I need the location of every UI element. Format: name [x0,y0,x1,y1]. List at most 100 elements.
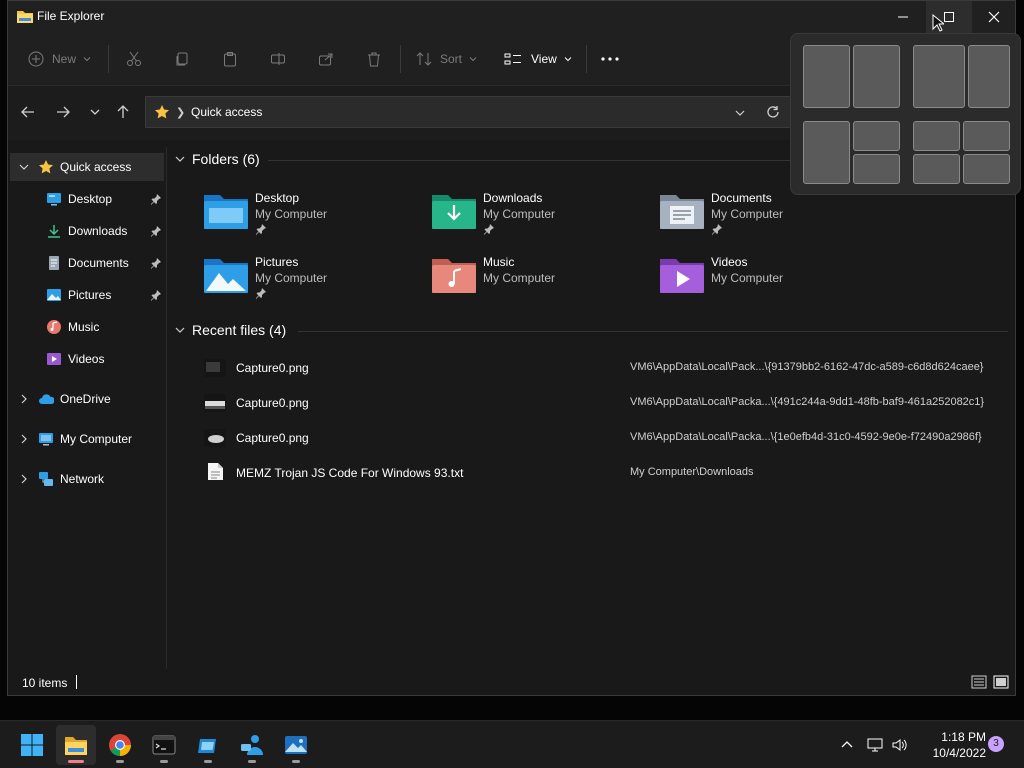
taskbar-terminal[interactable] [144,725,184,765]
address-dropdown-icon[interactable] [734,107,746,121]
folder-location: My Computer [255,207,328,221]
section-divider [298,331,1008,332]
back-button[interactable] [20,104,38,122]
copy-icon [176,52,188,66]
running-indicator [248,760,256,763]
taskbar-chrome[interactable] [100,725,140,765]
sidebar-item-onedrive[interactable]: OneDrive [10,385,164,413]
minimize-button[interactable] [880,1,926,33]
recent-file-path: VM6\AppData\Local\Packa...\{1e0efb4d-31c… [630,431,982,443]
sidebar-item-label: Documents [68,256,129,270]
refresh-icon[interactable] [766,105,780,122]
snap-zone-half-right[interactable] [853,45,900,108]
rename-icon [271,53,285,65]
snap-zone-quad-bottom-right[interactable] [963,154,1010,184]
plus-circle-icon [28,51,44,67]
view-button[interactable]: View [504,49,573,69]
sidebar-item-my-computer[interactable]: My Computer [10,425,164,453]
snap-zone-wide-left[interactable] [913,45,965,108]
snap-zone-half-left[interactable] [803,45,850,108]
details-view-icon[interactable] [971,675,987,689]
chevron-right-icon[interactable] [18,433,30,445]
desktop-folder-icon [204,195,248,229]
chevron-down-icon[interactable] [18,161,30,173]
package-icon [198,739,216,753]
running-indicator [160,760,168,763]
share-button[interactable] [318,49,334,69]
address-bar[interactable]: ❯ Quick access [145,96,795,128]
copy-button[interactable] [174,49,190,69]
chevron-down-icon [83,57,91,62]
people-chat-icon [241,735,263,755]
maximize-icon [944,12,954,22]
sidebar-item-network[interactable]: Network [10,465,164,493]
volume-icon[interactable] [891,737,909,753]
forward-button[interactable] [55,104,73,122]
mouse-cursor-icon [932,14,944,32]
see-more-button[interactable] [600,49,620,69]
pin-icon [712,224,722,235]
snap-zone-quad-top-left[interactable] [913,121,960,151]
delete-button[interactable] [366,49,382,69]
photos-icon [285,736,307,754]
documents-folder-icon [660,195,704,229]
folder-tile-downloads[interactable]: Downloads My Computer [432,189,652,243]
close-button[interactable] [971,1,1015,33]
start-button[interactable] [12,725,52,765]
pane-splitter[interactable] [166,147,167,671]
breadcrumb-quick-access[interactable]: Quick access [191,105,262,119]
folders-section-header[interactable]: Folders (6) [174,151,260,167]
cut-button[interactable] [126,49,142,69]
folder-tile-documents[interactable]: Documents My Computer [660,189,880,243]
sidebar-item-music[interactable]: Music [10,313,164,341]
sidebar-item-pictures[interactable]: Pictures [10,281,164,309]
running-indicator [116,760,124,763]
sidebar-item-label: Pictures [68,288,112,302]
more-icon [601,57,619,61]
taskbar-app-installer[interactable] [188,725,228,765]
chevron-right-icon[interactable] [18,393,30,405]
large-icons-view-icon[interactable] [993,675,1009,689]
sidebar-item-quick-access[interactable]: Quick access [10,153,164,181]
sidebar-item-label: Desktop [68,192,113,206]
chevron-right-icon[interactable] [18,473,30,485]
breadcrumb-chevron-icon[interactable]: ❯ [176,106,185,119]
file-explorer-icon [17,9,33,23]
up-button[interactable] [115,104,133,122]
recent-files-section-header[interactable]: Recent files (4) [174,322,286,338]
snap-zone-quad-bottom-left[interactable] [913,154,960,184]
folder-tile-videos[interactable]: Videos My Computer [660,253,880,307]
taskbar-chat[interactable] [232,725,272,765]
taskbar-photos[interactable] [276,725,316,765]
folder-tile-desktop[interactable]: Desktop My Computer [204,189,424,243]
sidebar-item-videos[interactable]: Videos [10,345,164,373]
rename-button[interactable] [270,49,286,69]
snap-zone-top-right[interactable] [853,121,900,151]
taskbar-file-explorer[interactable] [56,725,96,765]
recent-locations-button[interactable] [87,104,105,122]
sort-button[interactable]: Sort [416,49,478,69]
snap-zone-bottom-right[interactable] [853,154,900,184]
folder-tile-music[interactable]: Music My Computer [432,253,652,307]
notification-badge[interactable]: 3 [988,736,1004,752]
sidebar-item-desktop[interactable]: Desktop [10,185,164,213]
sidebar-item-downloads[interactable]: Downloads [10,217,164,245]
clock-time: 1:18 PM [941,730,986,744]
pin-icon [151,226,161,237]
new-button[interactable]: New [28,49,92,69]
folder-tile-pictures[interactable]: Pictures My Computer [204,253,424,307]
recent-file-row[interactable]: MEMZ Trojan JS Code For Windows 93.txt M… [198,458,1015,488]
snap-zone-narrow-right[interactable] [968,45,1010,108]
paste-button[interactable] [222,49,238,69]
system-clock[interactable]: 1:18 PM 10/4/2022 [916,729,986,761]
recent-file-row[interactable]: Capture0.png VM6\AppData\Local\Pack...\{… [198,353,1015,383]
chevron-up-icon[interactable] [840,737,854,751]
pictures-icon [47,289,61,301]
network-status-icon[interactable] [866,737,884,753]
recent-file-row[interactable]: Capture0.png VM6\AppData\Local\Packa...\… [198,388,1015,418]
snap-zone-quad-top-right[interactable] [963,121,1010,151]
sidebar-item-documents[interactable]: Documents [10,249,164,277]
title-bar[interactable]: File Explorer [8,1,1015,33]
snap-zone-left-column[interactable] [803,121,850,184]
recent-file-row[interactable]: Capture0.png VM6\AppData\Local\Packa...\… [198,423,1015,453]
